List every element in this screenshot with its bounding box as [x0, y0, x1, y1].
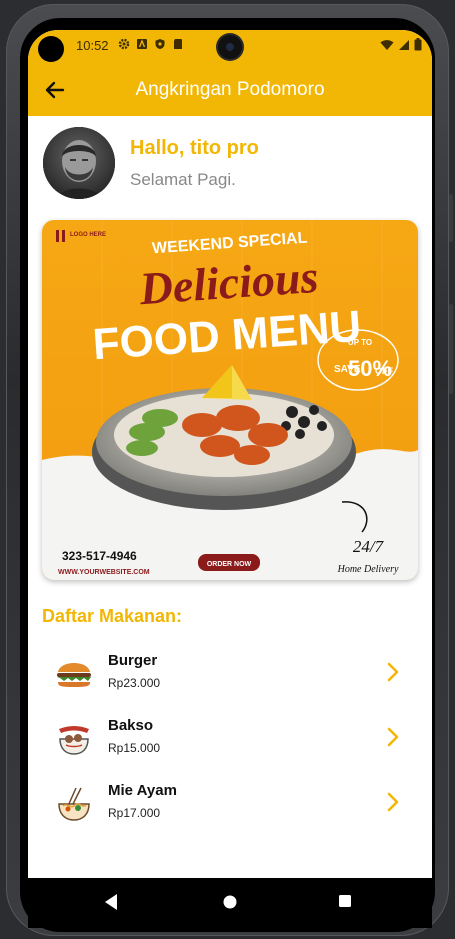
svg-text:UP TO: UP TO	[348, 338, 372, 347]
status-time: 10:52	[76, 38, 109, 53]
svg-text:LOGO HERE: LOGO HERE	[70, 232, 106, 238]
chevron-right-icon	[387, 727, 399, 747]
banner-delivery: 24/7	[353, 537, 385, 556]
volume-up-button	[449, 194, 453, 242]
back-triangle-icon[interactable]	[103, 893, 119, 911]
menu-item-name: Mie Ayam	[108, 782, 177, 799]
svg-text:ORDER NOW: ORDER NOW	[207, 561, 252, 568]
wifi-icon	[380, 39, 394, 50]
promo-banner[interactable]: LOGO HERE WEEKEND SPECIAL Delicious FOOD…	[42, 220, 418, 580]
gear-icon	[118, 38, 130, 50]
avatar	[43, 127, 115, 199]
status-right-icons	[380, 38, 422, 51]
a-icon	[137, 39, 147, 49]
greeting-subtitle: Selamat Pagi.	[130, 170, 236, 189]
recents-square-icon[interactable]	[338, 894, 352, 908]
menu-item-mie-ayam[interactable]: Mie Ayam Rp17.000	[42, 774, 418, 832]
chevron-right-icon	[387, 792, 399, 812]
banner-delivery-small: Home Delivery	[337, 564, 399, 575]
menu-item-burger[interactable]: Burger Rp23.000	[42, 644, 418, 702]
battery-icon	[414, 38, 422, 51]
system-nav-bar	[28, 878, 432, 928]
app-screen: 10:52 Angkringan Podomoro Hallo, tito pr…	[28, 30, 432, 878]
home-circle-icon[interactable]	[222, 894, 238, 910]
greeting-text: Hallo, tito pro	[130, 137, 259, 159]
menu-item-price: Rp15.000	[108, 741, 161, 755]
banner-phone: 323-517-4946	[62, 549, 137, 563]
bakso-bowl-icon	[59, 726, 89, 755]
camera-icon	[218, 35, 242, 59]
menu-heading: Daftar Makanan:	[42, 606, 183, 626]
signal-icon	[399, 39, 409, 50]
power-button	[449, 304, 453, 394]
menu-item-name: Bakso	[108, 717, 154, 734]
noodle-bowl-icon	[58, 787, 90, 821]
status-bar: 10:52	[28, 30, 432, 64]
status-icons	[118, 38, 184, 50]
menu-item-name: Burger	[108, 652, 158, 669]
page-title: Angkringan Podomoro	[135, 79, 325, 100]
sd-card-icon	[174, 39, 182, 49]
svg-text:OFF: OFF	[375, 366, 393, 376]
app-bar: Angkringan Podomoro	[28, 64, 432, 116]
profile-photo	[43, 127, 115, 199]
shield-icon	[155, 39, 165, 49]
burger-icon	[57, 663, 91, 687]
menu-item-price: Rp17.000	[108, 806, 161, 820]
promo-banner-art: LOGO HERE WEEKEND SPECIAL Delicious FOOD…	[42, 220, 418, 580]
chevron-right-icon	[387, 662, 399, 682]
menu-item-price: Rp23.000	[108, 676, 161, 690]
menu-item-bakso[interactable]: Bakso Rp15.000	[42, 709, 418, 767]
banner-website: WWW.YOURWEBSITE.COM	[58, 569, 150, 576]
front-camera-hole	[38, 36, 64, 62]
